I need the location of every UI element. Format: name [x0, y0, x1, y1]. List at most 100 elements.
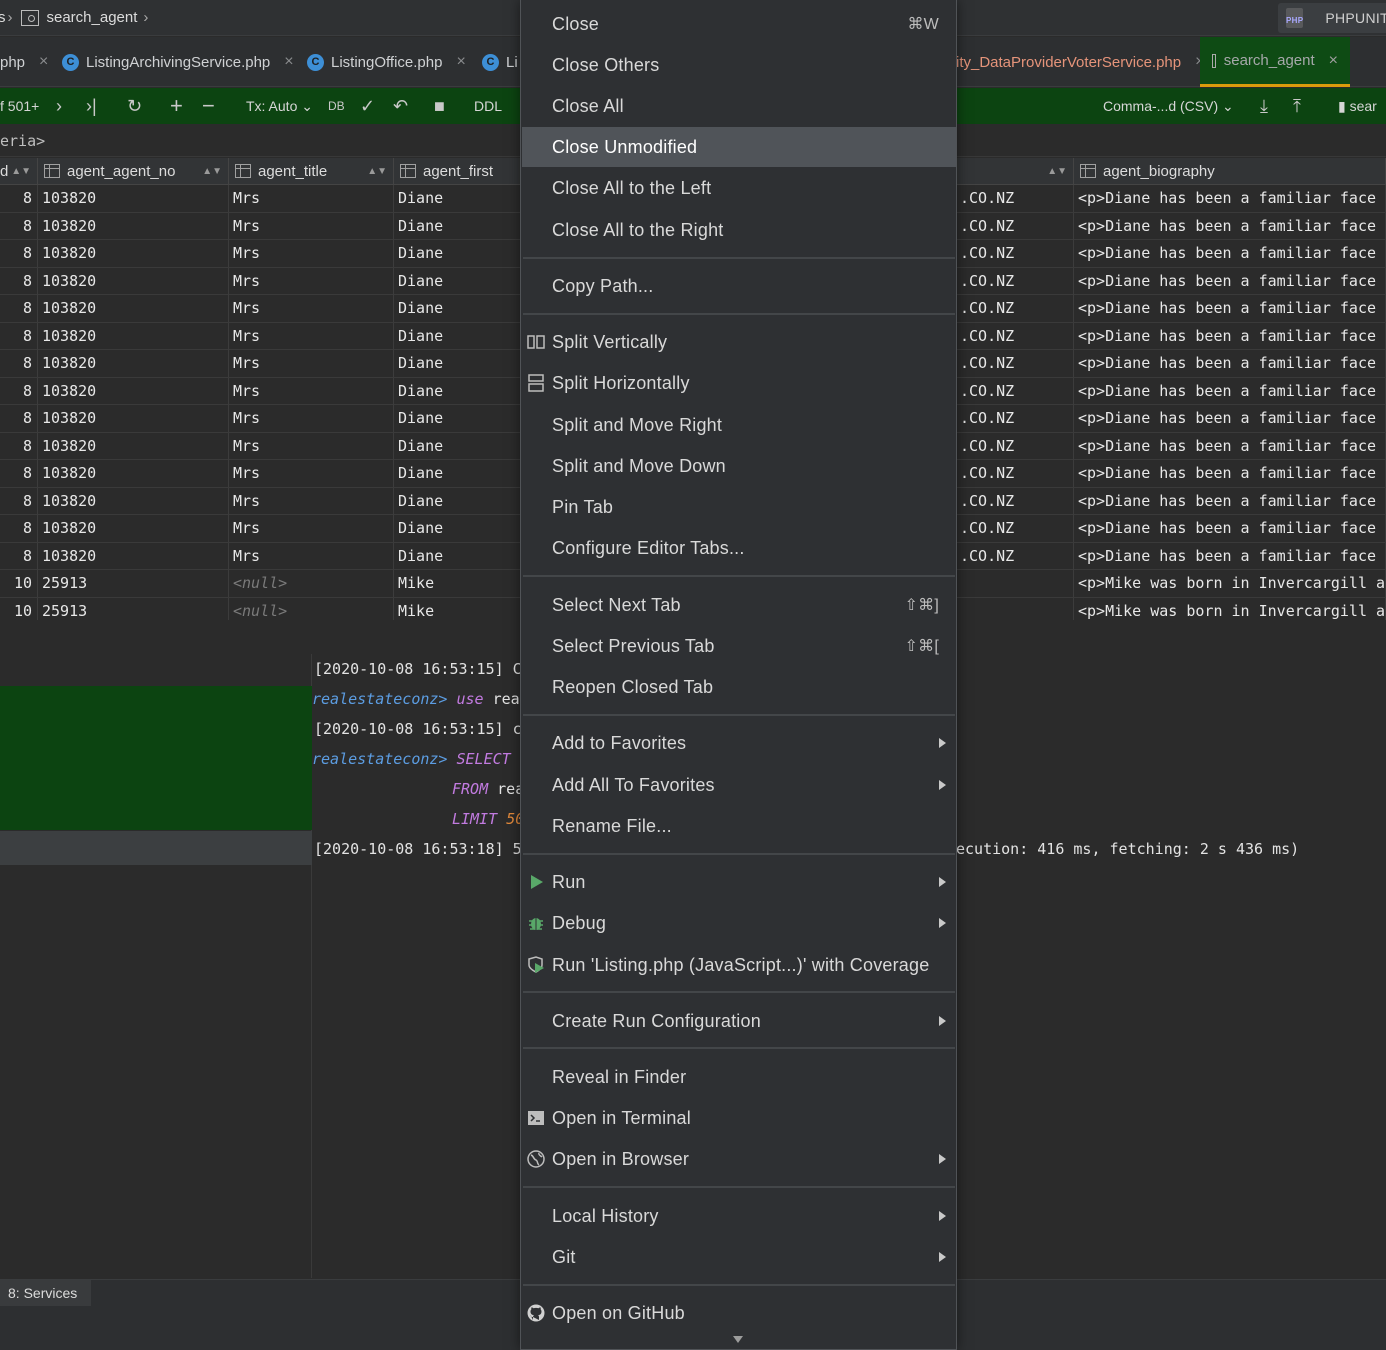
- cell-agent-first[interactable]: Diane: [394, 212, 524, 240]
- menu-item-add-to-favorites[interactable]: Add to Favorites: [522, 723, 956, 763]
- menu-item-split-move-right[interactable]: Split and Move Right: [522, 405, 956, 445]
- cell-agent-biography[interactable]: <p>Mike was born in Invercargill an: [1074, 597, 1386, 620]
- cell-agent-no[interactable]: 103820: [38, 267, 229, 295]
- cell-id[interactable]: 8: [0, 322, 38, 350]
- menu-item-close-unmodified[interactable]: Close Unmodified: [522, 127, 956, 167]
- menu-item-split-horizontally[interactable]: Split Horizontally: [522, 363, 956, 403]
- menu-item-configure-editor-tabs[interactable]: Configure Editor Tabs...: [522, 528, 956, 568]
- cell-agent-title[interactable]: Mrs: [229, 515, 394, 542]
- cell-agent-first[interactable]: Diane: [394, 377, 524, 405]
- cell-agent-title[interactable]: <null>: [229, 597, 394, 620]
- next-page-icon[interactable]: ›: [56, 88, 62, 124]
- cell-agent-first[interactable]: Diane: [394, 405, 524, 432]
- menu-item-open-in-browser[interactable]: Open in Browser: [522, 1139, 956, 1179]
- cell-email[interactable]: .CO.NZ: [956, 185, 1074, 212]
- cell-agent-first[interactable]: Diane: [394, 240, 524, 267]
- column-header-agent-biography[interactable]: agent_biography: [1074, 158, 1386, 185]
- column-header-agent-title[interactable]: agent_title ▲▼: [229, 158, 394, 185]
- refresh-icon[interactable]: ↻: [127, 88, 142, 124]
- selected-session-node[interactable]: [0, 686, 312, 830]
- cell-email[interactable]: .CO.NZ: [956, 350, 1074, 377]
- cell-agent-biography[interactable]: <p>Diane has been a familiar face i: [1074, 460, 1386, 487]
- cell-agent-title[interactable]: Mrs: [229, 405, 394, 432]
- menu-item-local-history[interactable]: Local History: [522, 1196, 956, 1236]
- menu-item-debug[interactable]: Debug: [522, 903, 956, 943]
- menu-item-select-next-tab[interactable]: Select Next Tab ⇧⌘]: [522, 585, 956, 625]
- breadcrumb-current[interactable]: search_agent: [47, 9, 138, 26]
- cell-email[interactable]: [956, 570, 1074, 597]
- tab-search-agent[interactable]: search_agent ×: [1200, 37, 1350, 87]
- menu-item-close-others[interactable]: Close Others: [522, 45, 956, 85]
- cell-agent-title[interactable]: Mrs: [229, 350, 394, 377]
- cell-agent-title[interactable]: Mrs: [229, 322, 394, 350]
- cell-agent-title[interactable]: <null>: [229, 570, 394, 597]
- cell-id[interactable]: 8: [0, 460, 38, 487]
- menu-item-close-all[interactable]: Close All: [522, 86, 956, 126]
- cell-id[interactable]: 8: [0, 515, 38, 542]
- cell-agent-no[interactable]: 103820: [38, 212, 229, 240]
- cell-agent-title[interactable]: Mrs: [229, 460, 394, 487]
- cell-agent-first[interactable]: Diane: [394, 350, 524, 377]
- cell-agent-title[interactable]: Mrs: [229, 432, 394, 460]
- add-row-icon[interactable]: +: [170, 88, 183, 124]
- cell-agent-biography[interactable]: <p>Diane has been a familiar face i: [1074, 432, 1386, 460]
- cell-id[interactable]: 8: [0, 487, 38, 515]
- cell-agent-no[interactable]: 103820: [38, 487, 229, 515]
- menu-item-pin-tab[interactable]: Pin Tab: [522, 487, 956, 527]
- cell-id[interactable]: 8: [0, 542, 38, 570]
- cell-agent-title[interactable]: Mrs: [229, 267, 394, 295]
- cell-agent-biography[interactable]: <p>Diane has been a familiar face i: [1074, 240, 1386, 267]
- cell-agent-no[interactable]: 103820: [38, 405, 229, 432]
- cell-agent-biography[interactable]: <p>Diane has been a familiar face i: [1074, 322, 1386, 350]
- cell-id[interactable]: 8: [0, 212, 38, 240]
- last-page-icon[interactable]: ›|: [86, 88, 97, 124]
- cell-agent-first[interactable]: Diane: [394, 487, 524, 515]
- menu-item-reopen-closed-tab[interactable]: Reopen Closed Tab: [522, 667, 956, 707]
- menu-item-reveal-in-finder[interactable]: Reveal in Finder: [522, 1057, 956, 1097]
- stop-icon[interactable]: ■: [434, 88, 445, 124]
- cell-email[interactable]: .CO.NZ: [956, 322, 1074, 350]
- menu-item-split-vertically[interactable]: Split Vertically: [522, 322, 956, 362]
- cell-email[interactable]: .CO.NZ: [956, 487, 1074, 515]
- tab-li[interactable]: C Li: [482, 37, 518, 87]
- cell-agent-first[interactable]: Diane: [394, 295, 524, 322]
- cell-agent-no[interactable]: 103820: [38, 185, 229, 212]
- cell-agent-title[interactable]: Mrs: [229, 377, 394, 405]
- cell-email[interactable]: .CO.NZ: [956, 267, 1074, 295]
- cell-id[interactable]: 8: [0, 405, 38, 432]
- menu-item-split-move-down[interactable]: Split and Move Down: [522, 446, 956, 486]
- cell-agent-biography[interactable]: <p>Diane has been a familiar face i: [1074, 487, 1386, 515]
- menu-item-close-all-right[interactable]: Close All to the Right: [522, 210, 956, 250]
- cell-agent-no[interactable]: 103820: [38, 432, 229, 460]
- cell-email[interactable]: .CO.NZ: [956, 515, 1074, 542]
- sort-icon[interactable]: ▲▼: [11, 166, 31, 177]
- run-config-selector[interactable]: PHP PHPUNIT: [1278, 3, 1386, 33]
- cell-id[interactable]: 10: [0, 597, 38, 620]
- services-tool-button[interactable]: 8: Services: [0, 1280, 92, 1306]
- cell-agent-first[interactable]: Diane: [394, 542, 524, 570]
- cell-id[interactable]: 8: [0, 432, 38, 460]
- cell-email[interactable]: .CO.NZ: [956, 542, 1074, 570]
- cell-agent-first[interactable]: Diane: [394, 432, 524, 460]
- cell-id[interactable]: 8: [0, 295, 38, 322]
- cell-agent-no[interactable]: 103820: [38, 460, 229, 487]
- cell-agent-no[interactable]: 103820: [38, 322, 229, 350]
- cell-agent-no[interactable]: 103820: [38, 515, 229, 542]
- menu-item-create-run-configuration[interactable]: Create Run Configuration: [522, 1001, 956, 1041]
- export-format-dropdown[interactable]: Comma-...d (CSV) ⌄: [1103, 88, 1234, 124]
- column-header-agent-first[interactable]: agent_first: [394, 158, 524, 185]
- cell-id[interactable]: 8: [0, 350, 38, 377]
- menu-item-run-with-coverage[interactable]: Run 'Listing.php (JavaScript...)' with C…: [522, 945, 956, 985]
- menu-item-rename-file[interactable]: Rename File...: [522, 806, 956, 846]
- cell-id[interactable]: 8: [0, 267, 38, 295]
- sort-icon[interactable]: ▲▼: [367, 166, 387, 177]
- cell-agent-title[interactable]: Mrs: [229, 542, 394, 570]
- cell-agent-first[interactable]: Diane: [394, 267, 524, 295]
- cell-id[interactable]: 8: [0, 377, 38, 405]
- menu-item-close[interactable]: Close ⌘W: [522, 4, 956, 44]
- sort-icon[interactable]: ▲▼: [1047, 166, 1067, 177]
- transaction-mode-dropdown[interactable]: Tx: Auto ⌄: [246, 88, 313, 124]
- close-icon[interactable]: ×: [39, 53, 48, 71]
- column-header-email[interactable]: ▲▼: [956, 158, 1074, 185]
- cell-agent-biography[interactable]: <p>Diane has been a familiar face i: [1074, 185, 1386, 212]
